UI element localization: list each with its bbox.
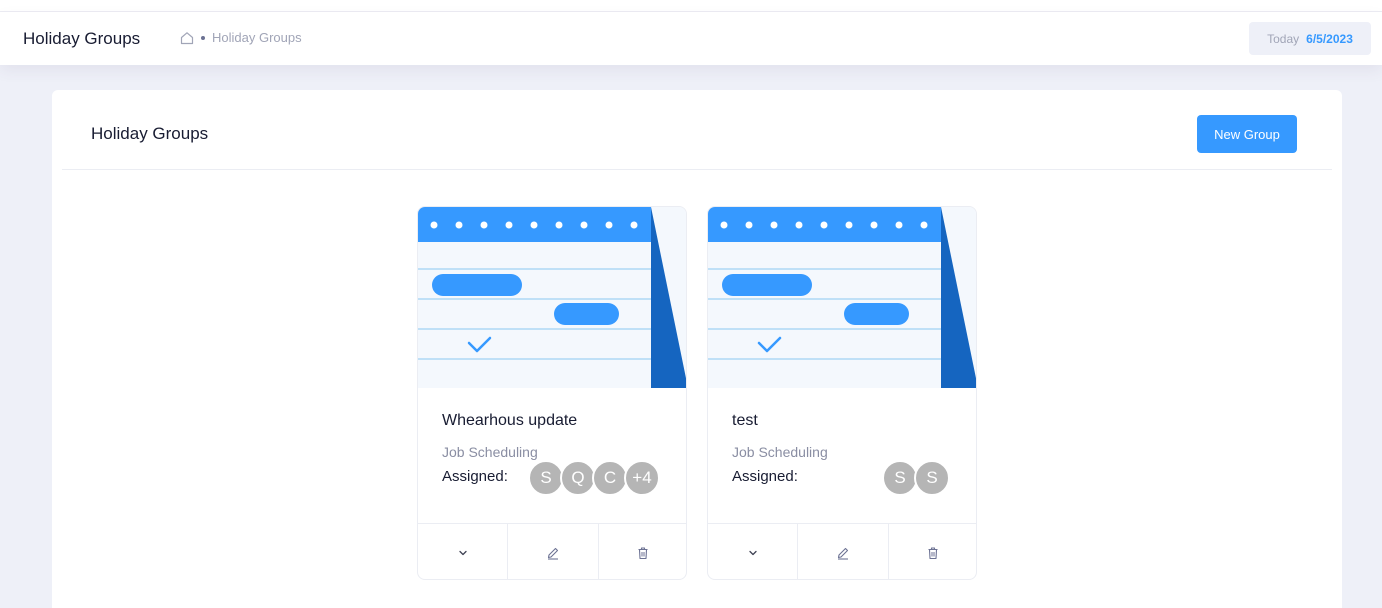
- expand-button[interactable]: [708, 524, 799, 579]
- group-card[interactable]: test Job Scheduling Assigned: S S: [707, 206, 977, 580]
- panel-title: Holiday Groups: [91, 124, 209, 143]
- avatar[interactable]: S: [914, 460, 950, 496]
- holiday-groups-panel: Holiday Groups New Group Whearhous updat…: [52, 90, 1342, 608]
- trash-icon: [928, 546, 938, 559]
- group-name: Whearhous update: [442, 412, 578, 429]
- more-avatars-count[interactable]: +4: [624, 460, 660, 496]
- today-label: Today: [1267, 31, 1300, 46]
- group-card[interactable]: Whearhous update Job Scheduling Assigned…: [417, 206, 687, 580]
- group-type: Job Scheduling: [442, 444, 538, 460]
- avatar[interactable]: C: [592, 460, 628, 496]
- edit-button[interactable]: [508, 524, 599, 579]
- trash-icon: [638, 546, 648, 559]
- avatar[interactable]: S: [528, 460, 564, 496]
- group-card-body: Whearhous update Job Scheduling Assigned…: [418, 388, 686, 523]
- group-name: test: [732, 412, 758, 429]
- panel-header: Holiday Groups New Group: [62, 90, 1332, 170]
- assigned-label: Assigned:: [442, 468, 508, 485]
- group-card-body: test Job Scheduling Assigned: S S: [708, 388, 976, 523]
- chevron-down-icon: [459, 550, 467, 555]
- avatar[interactable]: Q: [560, 460, 596, 496]
- group-card-actions: [708, 523, 976, 579]
- group-type: Job Scheduling: [732, 444, 828, 460]
- assigned-label: Assigned:: [732, 468, 798, 485]
- edit-button[interactable]: [798, 524, 889, 579]
- delete-button[interactable]: [599, 524, 686, 579]
- assigned-avatars: S Q C +4: [528, 460, 660, 496]
- assigned-avatars: S S: [882, 460, 950, 496]
- calendar-illustration: [708, 207, 976, 388]
- today-indicator: Today 6/5/2023: [1249, 22, 1371, 55]
- chevron-down-icon: [749, 550, 757, 555]
- breadcrumb-separator: [201, 35, 205, 40]
- edit-icon: [837, 547, 849, 560]
- calendar-illustration: [418, 207, 686, 388]
- home-icon[interactable]: [180, 31, 194, 45]
- edit-icon: [547, 547, 559, 560]
- expand-button[interactable]: [418, 524, 509, 579]
- top-strip: [0, 0, 1382, 12]
- subheader: Holiday Groups Holiday Groups Today 6/5/…: [0, 12, 1382, 65]
- page-title: Holiday Groups: [23, 29, 141, 48]
- breadcrumb: Holiday Groups: [180, 30, 302, 45]
- new-group-button[interactable]: New Group: [1197, 115, 1297, 153]
- avatar[interactable]: S: [882, 460, 918, 496]
- delete-button[interactable]: [889, 524, 976, 579]
- today-date: 6/5/2023: [1306, 31, 1353, 46]
- group-card-actions: [418, 523, 686, 579]
- breadcrumb-current[interactable]: Holiday Groups: [212, 30, 302, 45]
